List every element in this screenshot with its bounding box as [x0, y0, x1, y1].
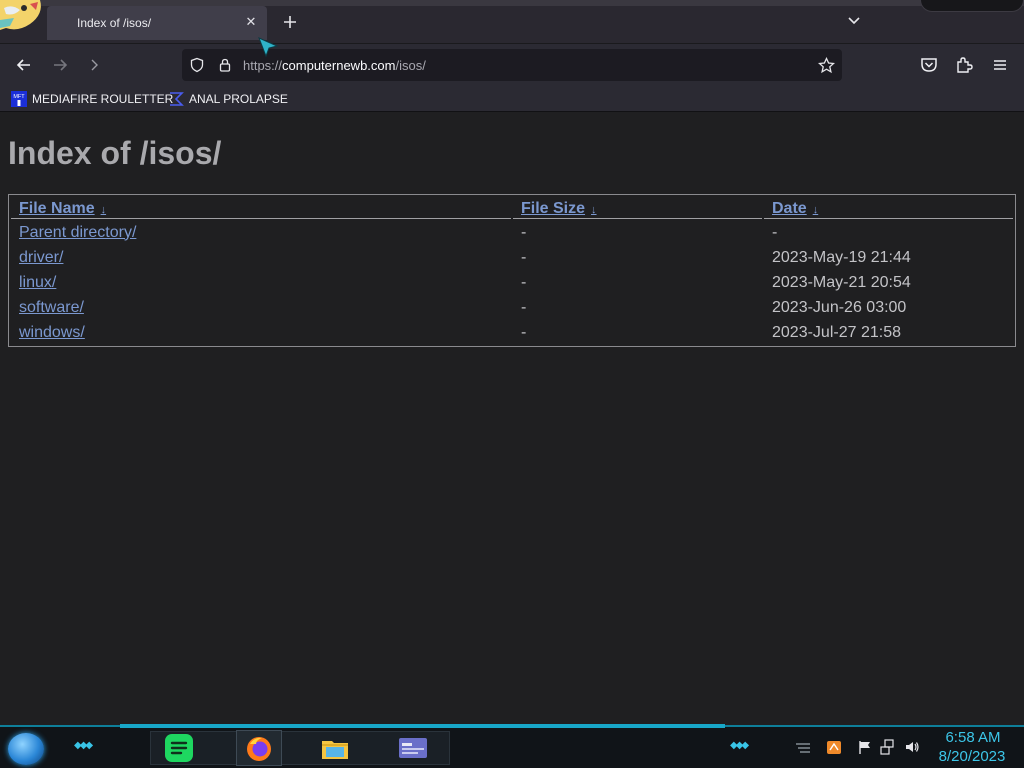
file-explorer-icon[interactable]	[320, 733, 350, 763]
lock-icon[interactable]	[217, 57, 233, 73]
app-window-icon[interactable]	[398, 733, 428, 763]
date-cell: 2023-Jul-27 21:58	[772, 323, 901, 341]
clock-date[interactable]: 8/20/2023	[932, 748, 1012, 765]
forward-icon[interactable]	[49, 54, 71, 76]
notification-flag-icon[interactable]	[857, 739, 873, 755]
file-name-cell: software/	[11, 296, 511, 319]
sort-by-size-link[interactable]: File Size	[521, 200, 585, 217]
column-label: File Name	[19, 199, 95, 217]
bookmarks-toolbar: MFT MEDIAFIRE ROULETTER ANAL PROLAPSE	[0, 86, 1024, 112]
url-host: computernewb.com	[282, 58, 396, 73]
file-name-cell: windows/	[11, 321, 511, 344]
tab-active[interactable]: Index of /isos/ ✕	[47, 6, 267, 40]
file-size-cell: -	[521, 223, 527, 241]
new-tab-icon[interactable]	[280, 12, 300, 32]
date-cell: -	[772, 223, 778, 241]
svg-text:MFT: MFT	[13, 94, 25, 100]
date-cell: 2023-Jun-26 03:00	[772, 298, 907, 316]
page-title: Index of /isos/	[8, 135, 222, 171]
sigma-favicon-icon	[168, 91, 184, 107]
directory-listing-table: File Name ↓ File Size ↓ Date ↓ Parent direc…	[8, 194, 1016, 347]
sort-by-date-link[interactable]: Date	[772, 200, 807, 217]
volume-icon[interactable]	[904, 739, 920, 755]
table-row: windows/ - 2023-Jul-27 21:58	[11, 321, 1013, 344]
date-cell: 2023-May-21 20:54	[772, 273, 911, 291]
file-link[interactable]: linux/	[19, 274, 56, 291]
file-size-cell: -	[521, 273, 527, 291]
table-header-row: File Name ↓ File Size ↓ Date ↓	[11, 197, 1013, 219]
mft-favicon-icon: MFT	[11, 91, 27, 107]
file-link[interactable]: windows/	[19, 324, 85, 341]
column-header-file-size: File Size ↓	[513, 197, 762, 219]
file-size-cell: -	[521, 248, 527, 266]
extensions-puzzle-icon[interactable]	[953, 54, 975, 76]
file-link[interactable]: driver/	[19, 249, 63, 266]
table-row: Parent directory/ - -	[11, 221, 1013, 244]
column-label: File Size	[521, 199, 586, 217]
back-icon[interactable]	[13, 54, 35, 76]
sort-arrow-icon[interactable]: ↓	[101, 204, 107, 216]
firefox-taskbar-button[interactable]	[236, 730, 282, 766]
sort-arrow-icon[interactable]: ↓	[813, 204, 819, 216]
url-text[interactable]: https://computernewb.com/isos/	[243, 58, 426, 73]
taskbar: ◆◆◆ ◆◆◆ 6:58 AM 8/20/2023	[0, 724, 1024, 768]
bookmark-item-mediafire[interactable]: MFT MEDIAFIRE ROULETTER	[11, 90, 173, 108]
menu-hamburger-icon[interactable]	[989, 54, 1011, 76]
tracking-protection-shield-icon[interactable]	[189, 57, 205, 73]
file-link[interactable]: Parent directory/	[19, 224, 136, 241]
bookmark-label: ANAL PROLAPSE	[189, 92, 288, 106]
file-name-cell: driver/	[11, 246, 511, 269]
url-path: /isos/	[395, 58, 426, 73]
taskbar-ornament-icon: ◆◆◆	[730, 740, 749, 751]
taskbar-ornament-icon: ◆◆◆	[74, 740, 93, 751]
list-all-tabs-icon[interactable]	[845, 12, 863, 30]
network-icon[interactable]	[880, 739, 896, 755]
column-label: Date	[772, 199, 807, 217]
navigation-toolbar: https://computernewb.com/isos/	[0, 44, 1024, 86]
url-scheme: https://	[243, 58, 283, 73]
window-frame-ornament	[920, 0, 1024, 12]
tab-close-icon[interactable]: ✕	[243, 14, 259, 30]
file-name-cell: linux/	[11, 271, 511, 294]
tab-title: Index of /isos/	[77, 16, 152, 30]
tab-bar: Index of /isos/ ✕	[0, 0, 1024, 44]
date-cell: 2023-May-19 21:44	[772, 248, 911, 266]
network-drive-icon[interactable]	[826, 739, 842, 755]
file-size-cell: -	[521, 323, 527, 341]
spotify-icon[interactable]	[164, 733, 194, 763]
pocket-icon[interactable]	[918, 54, 940, 76]
taskbar-glow-strip	[120, 724, 725, 728]
column-header-file-name: File Name ↓	[11, 197, 511, 219]
file-name-cell: Parent directory/	[11, 221, 511, 244]
table-row: driver/ - 2023-May-19 21:44	[11, 246, 1013, 269]
file-size-cell: -	[521, 298, 527, 316]
column-header-date: Date ↓	[764, 197, 1013, 219]
sort-arrow-icon[interactable]: ↓	[591, 204, 597, 216]
show-desktop-icon[interactable]	[795, 739, 811, 755]
clock-time[interactable]: 6:58 AM	[938, 729, 1008, 746]
file-link[interactable]: software/	[19, 299, 84, 316]
bookmark-label: MEDIAFIRE ROULETTER	[32, 92, 174, 106]
url-bar[interactable]: https://computernewb.com/isos/	[182, 49, 842, 81]
mouse-cursor-icon	[257, 36, 279, 58]
table-row: linux/ - 2023-May-21 20:54	[11, 271, 1013, 294]
bookmark-star-icon[interactable]	[818, 57, 835, 74]
sort-by-name-link[interactable]: File Name	[19, 200, 95, 217]
page-content: Index of /isos/ File Name ↓ File Size ↓ Da…	[0, 113, 1024, 725]
table-row: software/ - 2023-Jun-26 03:00	[11, 296, 1013, 319]
stop-loading-icon[interactable]	[85, 54, 107, 76]
bookmark-item-second[interactable]: ANAL PROLAPSE	[168, 90, 288, 108]
firefox-icon	[247, 737, 271, 761]
start-button[interactable]	[8, 733, 44, 765]
